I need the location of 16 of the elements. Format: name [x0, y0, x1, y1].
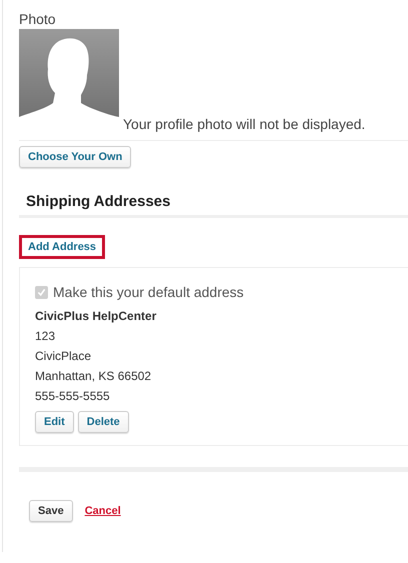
save-button[interactable]: Save — [29, 500, 73, 522]
avatar-silhouette-icon — [19, 29, 119, 122]
add-address-button[interactable]: Add Address — [19, 235, 106, 259]
address-name: CivicPlus HelpCenter — [35, 309, 158, 323]
edit-button[interactable]: Edit — [35, 411, 74, 433]
cancel-link[interactable]: Cancel — [84, 505, 121, 517]
delete-button[interactable]: Delete — [78, 411, 129, 433]
address-line: Manhattan, KS 66502 — [35, 370, 152, 383]
address-line: CivicPlace — [35, 350, 92, 363]
photo-label: Photo — [19, 11, 57, 27]
address-line: 555-555-5555 — [35, 390, 111, 403]
checkbox-label: Make this your default address — [53, 284, 244, 300]
choose-photo-button[interactable]: Choose Your Own — [19, 146, 132, 168]
address-line: 123 — [35, 330, 56, 343]
section-heading: Shipping Addresses — [26, 193, 172, 210]
photo-note: Your profile photo will not be displayed. — [123, 116, 366, 132]
